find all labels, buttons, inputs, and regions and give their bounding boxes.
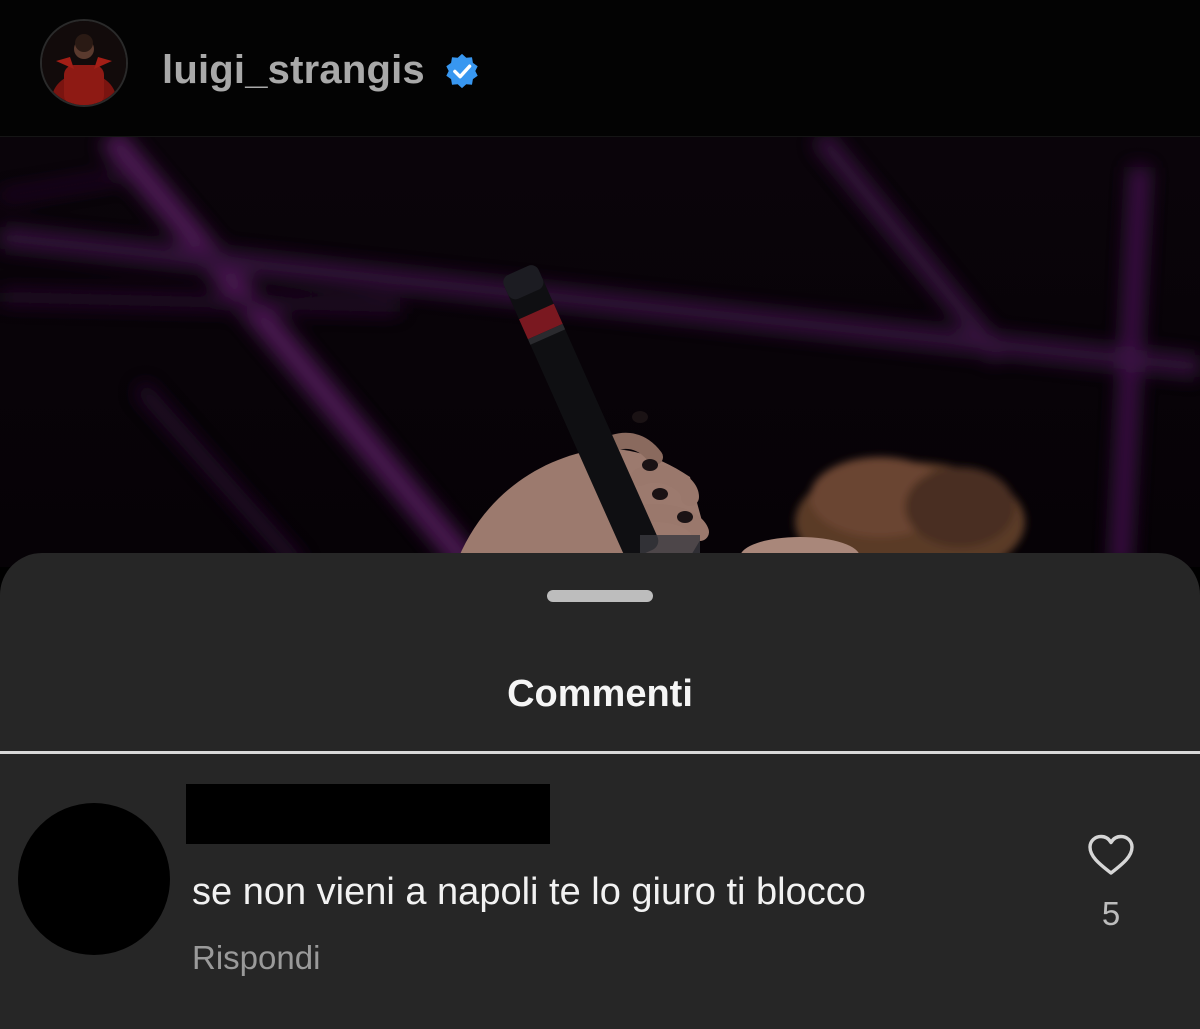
concert-photo-icon [0,137,1200,567]
comment-text: se non vieni a napoli te lo giuro ti blo… [192,871,866,913]
commenter-avatar[interactable] [18,803,170,955]
sheet-drag-handle[interactable] [547,590,653,602]
like-count: 5 [1101,895,1121,932]
profile-avatar[interactable] [40,19,128,107]
heart-outline-icon[interactable] [1086,833,1136,877]
instagram-comments-screen: luigi_strangis Commenti se non vieni a n… [0,0,1200,1029]
post-photo[interactable] [0,137,1200,567]
sheet-divider [0,751,1200,754]
comments-sheet: Commenti se non vieni a napoli te lo giu… [0,553,1200,1029]
verified-badge-icon [446,53,478,89]
comments-title: Commenti [507,673,693,715]
reply-button[interactable]: Rispondi [192,938,320,978]
post-username[interactable]: luigi_strangis [162,46,425,94]
commenter-username-redacted[interactable] [186,784,550,844]
post-header: luigi_strangis [0,0,1200,137]
avatar-image-icon [42,21,126,105]
